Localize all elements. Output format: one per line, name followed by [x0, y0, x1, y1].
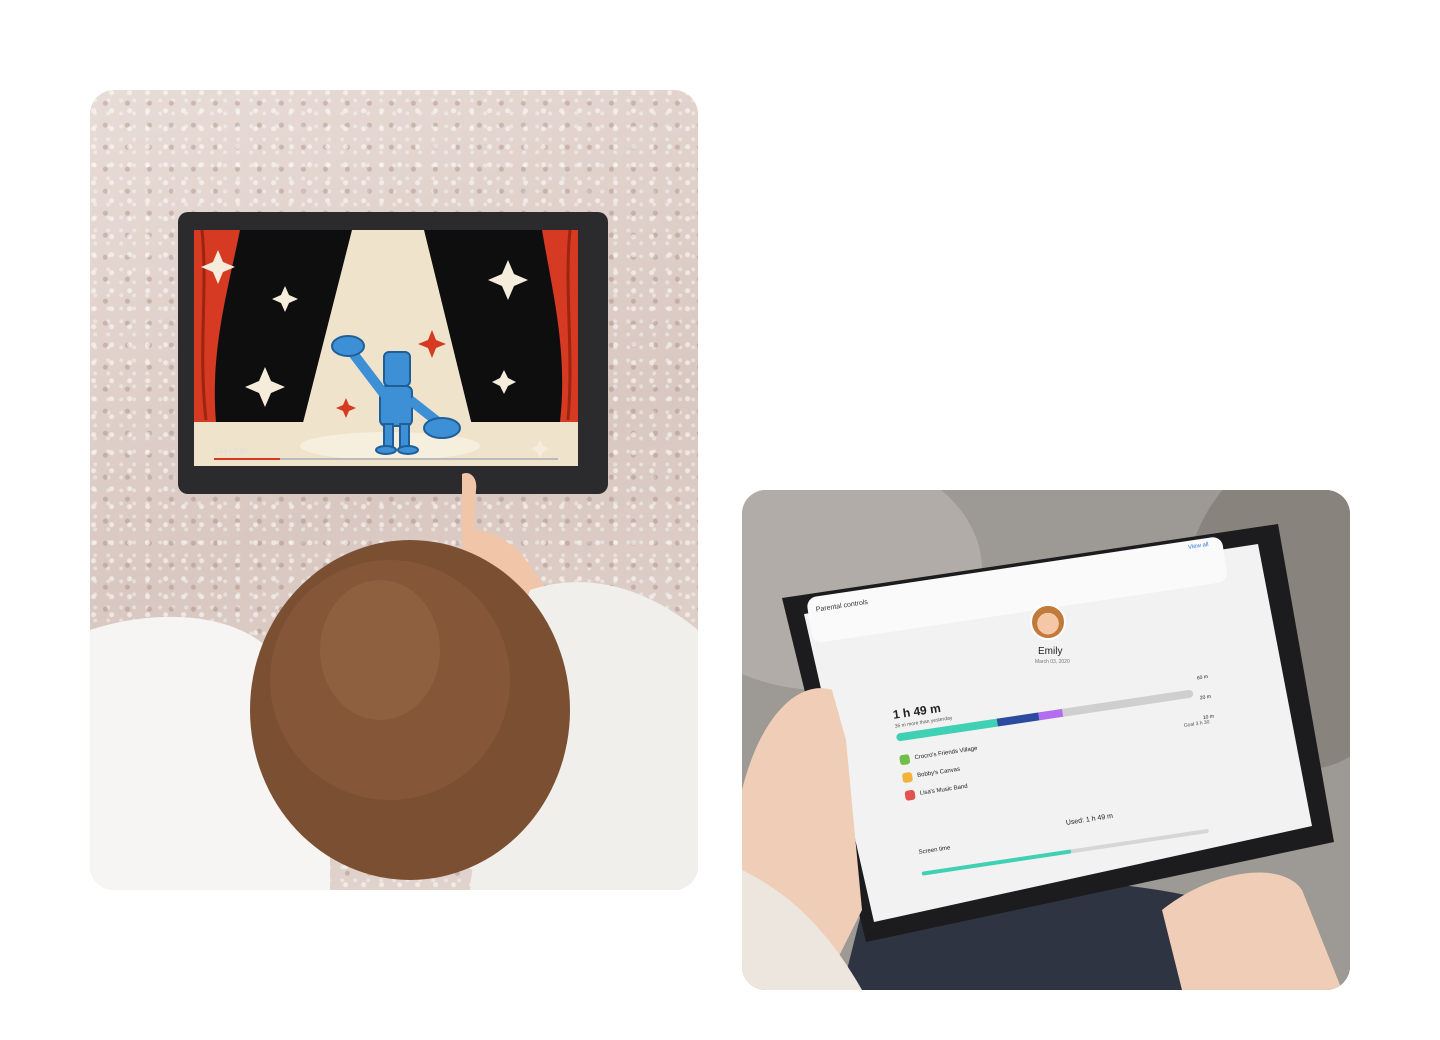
- photo-child-with-tablet: 1:24 / 3:30: [90, 90, 698, 890]
- app-icon-bobby: [901, 771, 914, 784]
- profile-date: March 03, 2020: [1035, 659, 1070, 665]
- screen-time-label: Screen time: [918, 845, 951, 856]
- video-timestamp: 1:24 / 3:30: [214, 448, 248, 455]
- app-name: Bobby's Canvas: [916, 766, 961, 779]
- video-progress-fill: [214, 458, 280, 460]
- axis-label-20: 20 m: [1199, 693, 1212, 702]
- app-list: Crocro's Friends Village Bobby's Canvas …: [899, 740, 985, 805]
- parental-controls-title: Parental controls: [815, 598, 869, 614]
- profile-name: Emily: [1038, 646, 1063, 657]
- view-all-link[interactable]: View all: [1188, 542, 1209, 551]
- app-icon-crocro: [899, 753, 911, 766]
- comparison-value: 35 m: [894, 722, 907, 730]
- usage-segment-3: [1038, 708, 1064, 721]
- usage-segment-2: [996, 712, 1040, 727]
- app-name: Lisa's Music Band: [919, 783, 969, 797]
- photo-parent-with-tablet: Parental controls View all Emily March 0…: [742, 490, 1350, 990]
- app-icon-lisa: [904, 789, 916, 801]
- axis-label-60: 60 m: [1196, 673, 1209, 682]
- child-tablet-illustration: [90, 212, 698, 890]
- avatar: [1030, 604, 1066, 640]
- video-screen: [194, 229, 578, 466]
